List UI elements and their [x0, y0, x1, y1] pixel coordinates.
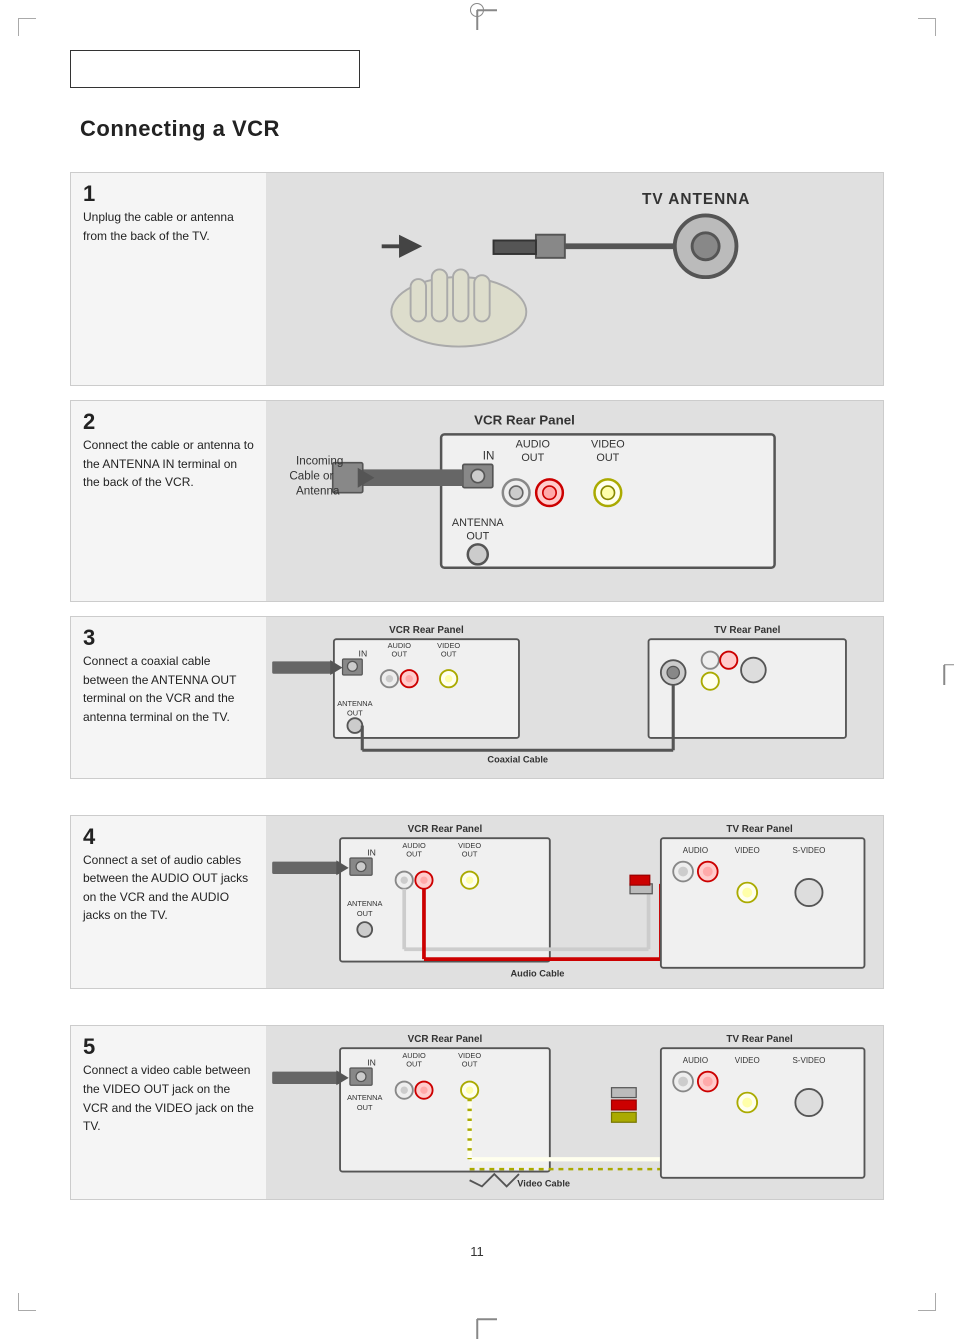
- svg-text:OUT: OUT: [441, 650, 457, 659]
- step-4-diagram: VCR Rear Panel IN AUDIO OUT VIDEO OUT: [266, 816, 883, 989]
- svg-text:Coaxial Cable: Coaxial Cable: [487, 755, 548, 765]
- corner-mark-tl: [18, 18, 36, 36]
- svg-text:OUT: OUT: [391, 650, 407, 659]
- svg-text:ANTENNA: ANTENNA: [337, 699, 372, 708]
- svg-text:Cable or: Cable or: [289, 469, 333, 482]
- svg-text:OUT: OUT: [596, 452, 619, 464]
- page-content: Connecting a VCR 1 Unplug the cable or a…: [0, 0, 954, 1319]
- svg-text:AUDIO: AUDIO: [683, 846, 708, 855]
- svg-text:TV Rear Panel: TV Rear Panel: [726, 824, 793, 835]
- svg-text:OUT: OUT: [462, 1060, 478, 1069]
- svg-text:S-VIDEO: S-VIDEO: [792, 1056, 825, 1065]
- top-placeholder-rect: [70, 50, 360, 88]
- step-2-text: 2 Connect the cable or antenna to the AN…: [71, 401, 266, 601]
- corner-mark-tr: [918, 18, 936, 36]
- step-5-svg: VCR Rear Panel IN ANTENNA OUT AUDIO OUT: [266, 1026, 883, 1199]
- step-5-text: 5 Connect a video cable between the VIDE…: [71, 1026, 266, 1199]
- svg-text:Audio Cable: Audio Cable: [510, 968, 564, 978]
- svg-text:AUDIO: AUDIO: [683, 1056, 708, 1065]
- step-3-description: Connect a coaxial cable between the ANTE…: [83, 652, 256, 726]
- svg-text:VCR Rear Panel: VCR Rear Panel: [408, 824, 483, 835]
- svg-text:VIDEO: VIDEO: [735, 846, 760, 855]
- step-1-text: 1 Unplug the cable or antenna from the b…: [71, 173, 266, 385]
- svg-text:OUT: OUT: [357, 1103, 373, 1112]
- corner-mark-bl: [18, 1293, 36, 1311]
- svg-text:ANTENNA: ANTENNA: [452, 517, 505, 529]
- svg-text:TV ANTENNA: TV ANTENNA: [642, 191, 750, 208]
- svg-text:VIDEO: VIDEO: [735, 1056, 760, 1065]
- step-2-description: Connect the cable or antenna to the ANTE…: [83, 436, 256, 492]
- page-number: 11: [70, 1244, 884, 1259]
- steps-list: 1 Unplug the cable or antenna from the b…: [70, 172, 884, 1214]
- svg-text:VCR Rear Panel: VCR Rear Panel: [408, 1034, 483, 1045]
- step-3-svg: VCR Rear Panel IN AUDIO OUT VIDEO OUT: [266, 617, 883, 777]
- svg-text:OUT: OUT: [357, 909, 373, 918]
- step-3-diagram: VCR Rear Panel IN AUDIO OUT VIDEO OUT: [266, 617, 883, 777]
- svg-text:Antenna: Antenna: [296, 484, 340, 497]
- step-2-row: 2 Connect the cable or antenna to the AN…: [70, 400, 884, 602]
- svg-text:OUT: OUT: [521, 452, 544, 464]
- step-5-row: 5 Connect a video cable between the VIDE…: [70, 1025, 884, 1200]
- step-5-number: 5: [83, 1036, 256, 1058]
- svg-text:TV Rear Panel: TV Rear Panel: [726, 1034, 793, 1045]
- step-3-text: 3 Connect a coaxial cable between the AN…: [71, 617, 266, 777]
- svg-text:IN: IN: [367, 847, 376, 857]
- svg-text:IN: IN: [359, 649, 368, 659]
- step-2-svg: VCR Rear Panel IN AUDIO OUT: [266, 401, 883, 601]
- step-5-diagram: VCR Rear Panel IN ANTENNA OUT AUDIO OUT: [266, 1026, 883, 1199]
- step-4-text: 4 Connect a set of audio cables between …: [71, 816, 266, 989]
- step-2-diagram: VCR Rear Panel IN AUDIO OUT: [266, 401, 883, 601]
- cross-circle: [470, 3, 484, 17]
- step-3-row: 3 Connect a coaxial cable between the AN…: [70, 616, 884, 778]
- svg-text:OUT: OUT: [406, 1060, 422, 1069]
- svg-text:IN: IN: [483, 449, 495, 462]
- step-2-number: 2: [83, 411, 256, 433]
- svg-text:OUT: OUT: [347, 709, 363, 718]
- page-title: Connecting a VCR: [80, 116, 884, 142]
- step-4-number: 4: [83, 826, 256, 848]
- svg-text:AUDIO: AUDIO: [516, 439, 550, 451]
- svg-text:IN: IN: [367, 1058, 376, 1068]
- svg-text:VCR Rear Panel: VCR Rear Panel: [389, 625, 464, 636]
- svg-text:TV Rear Panel: TV Rear Panel: [714, 625, 781, 636]
- step-4-description: Connect a set of audio cables between th…: [83, 851, 256, 925]
- svg-text:VCR Rear Panel: VCR Rear Panel: [474, 412, 575, 427]
- step-1-svg: TV ANTENNA: [266, 173, 883, 385]
- svg-text:S-VIDEO: S-VIDEO: [792, 846, 825, 855]
- svg-text:OUT: OUT: [406, 849, 422, 858]
- corner-mark-br: [918, 1293, 936, 1311]
- svg-text:OUT: OUT: [462, 849, 478, 858]
- svg-text:Video Cable: Video Cable: [517, 1179, 570, 1189]
- step-3-number: 3: [83, 627, 256, 649]
- step-1-description: Unplug the cable or antenna from the bac…: [83, 208, 256, 245]
- step-4-svg: VCR Rear Panel IN AUDIO OUT VIDEO OUT: [266, 816, 883, 989]
- step-1-row: 1 Unplug the cable or antenna from the b…: [70, 172, 884, 386]
- svg-text:ANTENNA: ANTENNA: [347, 1093, 382, 1102]
- step-4-row: 4 Connect a set of audio cables between …: [70, 815, 884, 990]
- svg-text:ANTENNA: ANTENNA: [347, 899, 382, 908]
- step-1-diagram: TV ANTENNA: [266, 173, 883, 385]
- step-1-number: 1: [83, 183, 256, 205]
- svg-text:Incoming: Incoming: [296, 454, 343, 467]
- step-5-description: Connect a video cable between the VIDEO …: [83, 1061, 256, 1135]
- svg-text:VIDEO: VIDEO: [591, 439, 625, 451]
- svg-text:OUT: OUT: [466, 530, 489, 542]
